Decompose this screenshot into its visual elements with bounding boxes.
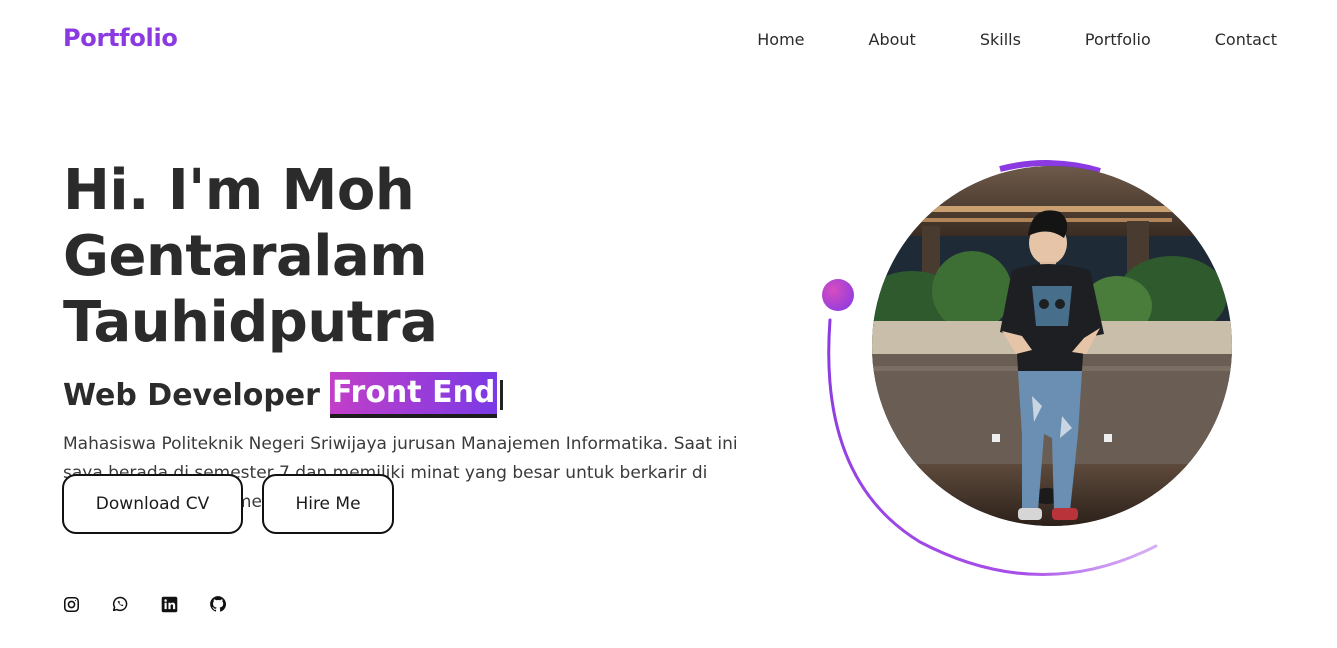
instagram-icon[interactable]: [62, 595, 80, 613]
download-cv-button[interactable]: Download CV: [62, 474, 243, 534]
nav-link-portfolio[interactable]: Portfolio: [1085, 30, 1151, 49]
hire-me-button[interactable]: Hire Me: [262, 474, 394, 534]
nav-link-about[interactable]: About: [869, 30, 916, 49]
nav-link-contact[interactable]: Contact: [1215, 30, 1277, 49]
nav-link-skills[interactable]: Skills: [980, 30, 1021, 49]
typing-caret: [500, 380, 504, 410]
nav-menu: Home About Skills Portfolio Contact: [757, 30, 1277, 49]
whatsapp-icon[interactable]: [111, 595, 129, 613]
role-prefix: Web Developer: [63, 377, 320, 413]
social-links: [62, 595, 258, 613]
navbar: Portfolio Home About Skills Portfolio Co…: [0, 0, 1337, 80]
hero-title-line-1: Hi. I'm Moh Gentaralam: [63, 158, 428, 289]
decorative-dot: [822, 279, 854, 311]
hero-title-line-2: Tauhidputra: [63, 290, 438, 355]
role-highlight: Front End: [329, 372, 498, 418]
logo[interactable]: Portfolio: [63, 24, 178, 52]
nav-link-home[interactable]: Home: [757, 30, 804, 49]
role-line: Web Developer Front End: [63, 372, 783, 418]
profile-photo: [872, 166, 1232, 526]
github-icon[interactable]: [209, 595, 227, 613]
linkedin-icon[interactable]: [160, 595, 178, 613]
profile-photo-image: [872, 166, 1232, 526]
hero-section: Hi. I'm Moh Gentaralam Tauhidputra Web D…: [63, 158, 783, 517]
hero-buttons: Download CV Hire Me: [62, 474, 394, 534]
hero-title: Hi. I'm Moh Gentaralam Tauhidputra: [63, 158, 783, 356]
